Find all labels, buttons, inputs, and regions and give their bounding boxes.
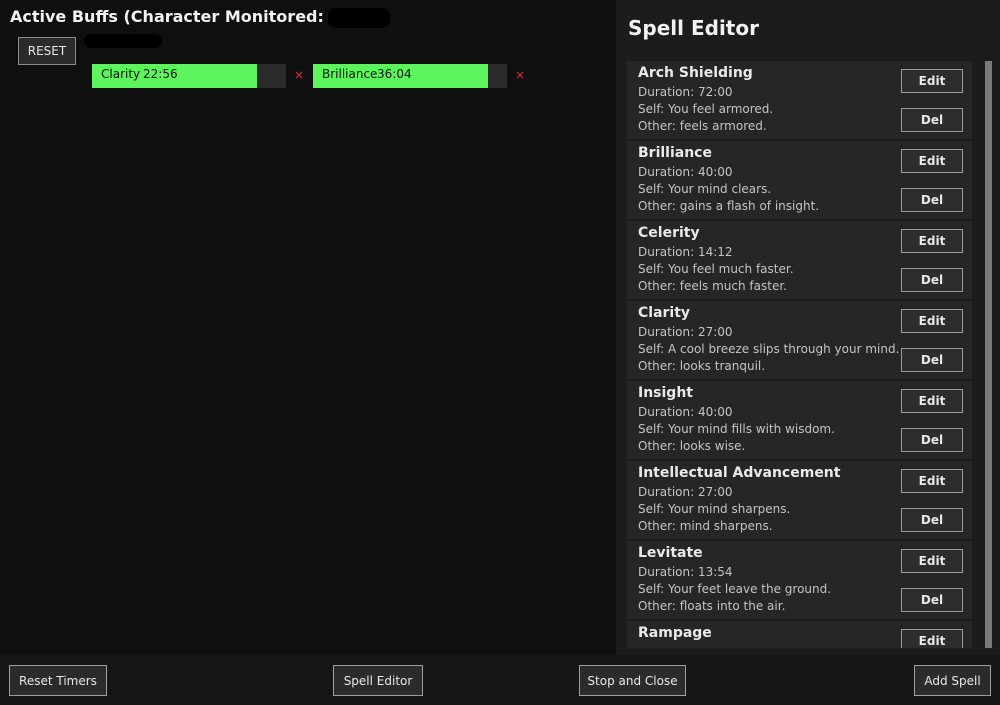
spell-duration: Duration: 13:54 [638, 565, 733, 579]
spell-name: Celerity [638, 225, 700, 241]
buff-timer-brilliance: Brilliance 36:04 [313, 64, 507, 88]
spell-card-celerity: Celerity Duration: 14:12 Self: You feel … [627, 221, 972, 299]
buff-time: 22:56 [143, 67, 178, 81]
spell-self-message: Self: You feel armored. [638, 102, 774, 116]
spell-card-arch-shielding: Arch Shielding Duration: 72:00 Self: You… [627, 61, 972, 139]
edit-spell-button[interactable]: Edit [901, 469, 963, 493]
delete-spell-button[interactable]: Del [901, 348, 963, 372]
spell-name: Clarity [638, 305, 691, 321]
spell-editor-panel: Spell Editor Arch Shielding Duration: 72… [616, 0, 1000, 655]
edit-spell-button[interactable]: Edit [901, 149, 963, 173]
remove-buff-brilliance-button[interactable]: × [513, 66, 527, 84]
spell-name: Intellectual Advancement [638, 465, 841, 481]
add-spell-button[interactable]: Add Spell [914, 665, 991, 696]
remove-buff-clarity-button[interactable]: × [292, 66, 306, 84]
edit-spell-button[interactable]: Edit [901, 549, 963, 573]
edit-spell-button[interactable]: Edit [901, 389, 963, 413]
spell-other-message: Other: mind sharpens. [638, 519, 773, 533]
reset-timers-button[interactable]: Reset Timers [9, 665, 107, 696]
spell-name: Brilliance [638, 145, 712, 161]
spell-other-message: Other: feels much faster. [638, 279, 787, 293]
spell-list-scrollbar[interactable] [985, 61, 992, 648]
delete-spell-button[interactable]: Del [901, 108, 963, 132]
buff-time: 36:04 [377, 67, 412, 81]
active-buffs-title: Active Buffs (Character Monitored: [10, 7, 390, 28]
spell-card-intellectual-advancement: Intellectual Advancement Duration: 27:00… [627, 461, 972, 539]
spell-self-message: Self: You feel much faster. [638, 262, 794, 276]
spell-self-message: Self: Your mind clears. [638, 182, 772, 196]
spell-duration: Duration: 40:00 [638, 405, 733, 419]
edit-spell-button[interactable]: Edit [901, 309, 963, 333]
spell-card-rampage: Rampage Edit [627, 621, 972, 648]
spell-card-insight: Insight Duration: 40:00 Self: Your mind … [627, 381, 972, 459]
spell-self-message: Self: Your feet leave the ground. [638, 582, 832, 596]
spell-card-brilliance: Brilliance Duration: 40:00 Self: Your mi… [627, 141, 972, 219]
spell-other-message: Other: looks wise. [638, 439, 746, 453]
spell-self-message: Self: Your mind sharpens. [638, 502, 791, 516]
reset-button[interactable]: RESET [18, 37, 76, 65]
spell-self-message: Self: Your mind fills with wisdom. [638, 422, 835, 436]
delete-spell-button[interactable]: Del [901, 508, 963, 532]
scrollbar-thumb[interactable] [985, 61, 992, 648]
spell-editor-button[interactable]: Spell Editor [333, 665, 423, 696]
redacted-character-name [327, 7, 390, 28]
spell-name: Insight [638, 385, 693, 401]
footer-bar: Reset Timers Spell Editor Stop and Close… [0, 655, 1000, 705]
active-buffs-panel: Active Buffs (Character Monitored: RESET… [0, 0, 616, 655]
buff-timer-clarity: Clarity 22:56 [92, 64, 286, 88]
spell-list[interactable]: Arch Shielding Duration: 72:00 Self: You… [627, 61, 972, 648]
spell-duration: Duration: 40:00 [638, 165, 733, 179]
spell-duration: Duration: 27:00 [638, 485, 733, 499]
edit-spell-button[interactable]: Edit [901, 229, 963, 253]
delete-spell-button[interactable]: Del [901, 428, 963, 452]
spell-card-levitate: Levitate Duration: 13:54 Self: Your feet… [627, 541, 972, 619]
spell-other-message: Other: feels armored. [638, 119, 767, 133]
spell-editor-title: Spell Editor [628, 16, 759, 40]
spell-other-message: Other: floats into the air. [638, 599, 786, 613]
stop-and-close-button[interactable]: Stop and Close [579, 665, 686, 696]
spell-card-clarity: Clarity Duration: 27:00 Self: A cool bre… [627, 301, 972, 379]
delete-spell-button[interactable]: Del [901, 268, 963, 292]
spell-duration: Duration: 27:00 [638, 325, 733, 339]
active-buffs-title-text: Active Buffs (Character Monitored: [10, 7, 324, 26]
redacted-character-name-overflow [84, 34, 162, 48]
spell-other-message: Other: looks tranquil. [638, 359, 766, 373]
buff-name: Brilliance [322, 67, 378, 81]
buff-name: Clarity [101, 67, 141, 81]
spell-duration: Duration: 72:00 [638, 85, 733, 99]
edit-spell-button[interactable]: Edit [901, 69, 963, 93]
spell-name: Rampage [638, 625, 712, 641]
spell-self-message: Self: A cool breeze slips through your m… [638, 342, 900, 356]
spell-duration: Duration: 14:12 [638, 245, 733, 259]
delete-spell-button[interactable]: Del [901, 588, 963, 612]
edit-spell-button[interactable]: Edit [901, 629, 963, 648]
spell-name: Arch Shielding [638, 65, 753, 81]
delete-spell-button[interactable]: Del [901, 188, 963, 212]
spell-name: Levitate [638, 545, 703, 561]
spell-other-message: Other: gains a flash of insight. [638, 199, 820, 213]
